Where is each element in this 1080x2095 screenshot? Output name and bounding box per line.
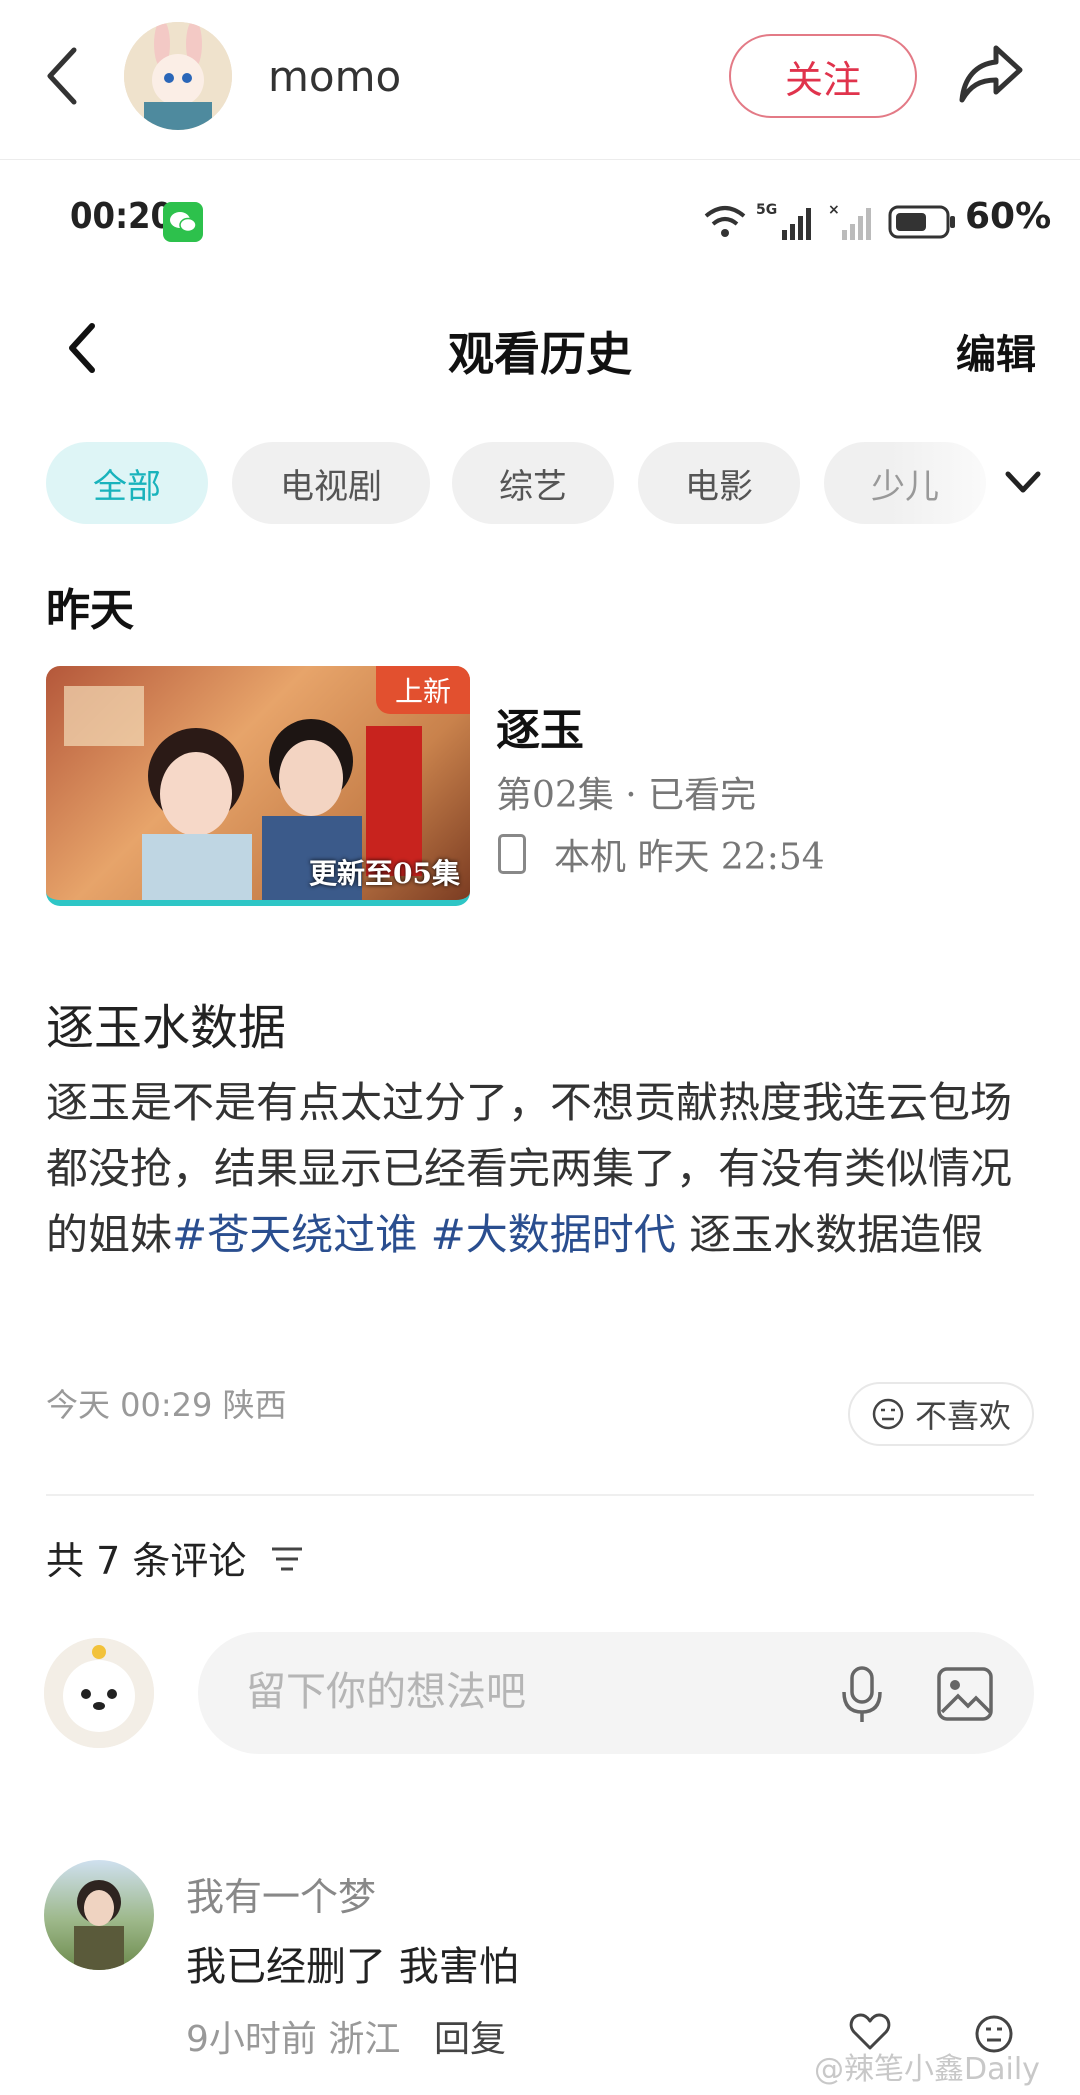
post-title: 逐玉水数据 xyxy=(46,1000,287,1056)
dislike-button[interactable]: 不喜欢 xyxy=(848,1382,1034,1446)
top-app-bar: momo 关注 xyxy=(0,0,1080,160)
comment-input-box xyxy=(198,1632,1034,1754)
share-button[interactable] xyxy=(956,42,1026,106)
commenter-avatar[interactable] xyxy=(44,1860,154,1970)
status-time: 00:20 xyxy=(70,196,174,237)
post-meta: 今天 00:29 陕西 xyxy=(46,1386,287,1424)
edit-button[interactable]: 编辑 xyxy=(956,322,1036,380)
update-status: 更新至05集 xyxy=(309,857,460,890)
author-username[interactable]: momo xyxy=(268,52,401,101)
reply-button[interactable]: 回复 xyxy=(434,2010,506,2062)
category-tabs: 全部 电视剧 综艺 电影 少儿 xyxy=(46,442,1046,524)
my-avatar xyxy=(44,1638,154,1748)
dislike-label: 不喜欢 xyxy=(914,1397,1011,1435)
battery-percent: 60% xyxy=(965,196,1052,237)
tab-movies[interactable]: 电影 xyxy=(638,442,800,524)
post-text: 逐玉水数据造假 xyxy=(675,1210,984,1259)
signal-5g-icon: 5G xyxy=(756,202,811,240)
hashtag-link[interactable]: #苍天绕过谁 xyxy=(172,1210,417,1259)
signal-empty-icon: × xyxy=(828,202,871,240)
svg-text:5G: 5G xyxy=(756,202,777,218)
sort-icon[interactable] xyxy=(270,1544,304,1574)
tab-all[interactable]: 全部 xyxy=(46,442,208,524)
microphone-icon[interactable] xyxy=(840,1664,884,1724)
video-thumbnail[interactable]: 上新 更新至05集 xyxy=(46,666,470,906)
wechat-icon xyxy=(163,202,203,242)
watermark: @辣笔小鑫Daily xyxy=(814,2052,1040,2087)
comment-text: 我已经删了 我害怕 xyxy=(186,1944,519,1990)
chevron-down-icon[interactable] xyxy=(1000,462,1046,502)
hashtag-link[interactable]: #大数据时代 xyxy=(431,1210,676,1259)
episode-progress: 第02集 · 已看完 xyxy=(496,775,757,816)
comment-input[interactable] xyxy=(246,1662,806,1722)
phone-icon xyxy=(498,834,526,874)
commenter-name[interactable]: 我有一个梦 xyxy=(186,1866,376,1921)
new-badge: 上新 xyxy=(376,666,470,714)
history-nav-bar: 观看历史 编辑 xyxy=(0,310,1080,390)
watch-device-time: 本机 昨天 22:54 xyxy=(554,837,825,878)
tab-variety[interactable]: 综艺 xyxy=(452,442,614,524)
follow-button[interactable]: 关注 xyxy=(729,34,917,118)
embedded-status-bar: 00:20 5G × 60% xyxy=(0,190,1080,260)
page-title: 观看历史 xyxy=(448,327,632,381)
comment-count: 共 7 条评论 xyxy=(46,1539,247,1583)
date-section-label: 昨天 xyxy=(46,585,134,636)
neutral-face-icon xyxy=(872,1398,904,1430)
image-icon[interactable] xyxy=(936,1666,994,1722)
chevron-left-icon xyxy=(47,47,77,105)
back-button[interactable] xyxy=(40,44,84,108)
share-icon xyxy=(959,45,1023,103)
author-avatar[interactable] xyxy=(124,22,232,130)
tab-kids[interactable]: 少儿 xyxy=(824,442,986,524)
svg-text:×: × xyxy=(828,202,840,218)
post-body: 逐玉是不是有点太过分了，不想贡献热度我连云包场都没抢，结果显示已经看完两集了，有… xyxy=(46,1070,1046,1268)
battery-icon xyxy=(888,205,955,239)
show-title[interactable]: 逐玉 xyxy=(496,694,584,758)
comment-meta: 9小时前 浙江 xyxy=(186,2019,401,2060)
tab-tv-series[interactable]: 电视剧 xyxy=(232,442,430,524)
wifi-icon xyxy=(704,206,746,237)
divider xyxy=(46,1494,1034,1496)
